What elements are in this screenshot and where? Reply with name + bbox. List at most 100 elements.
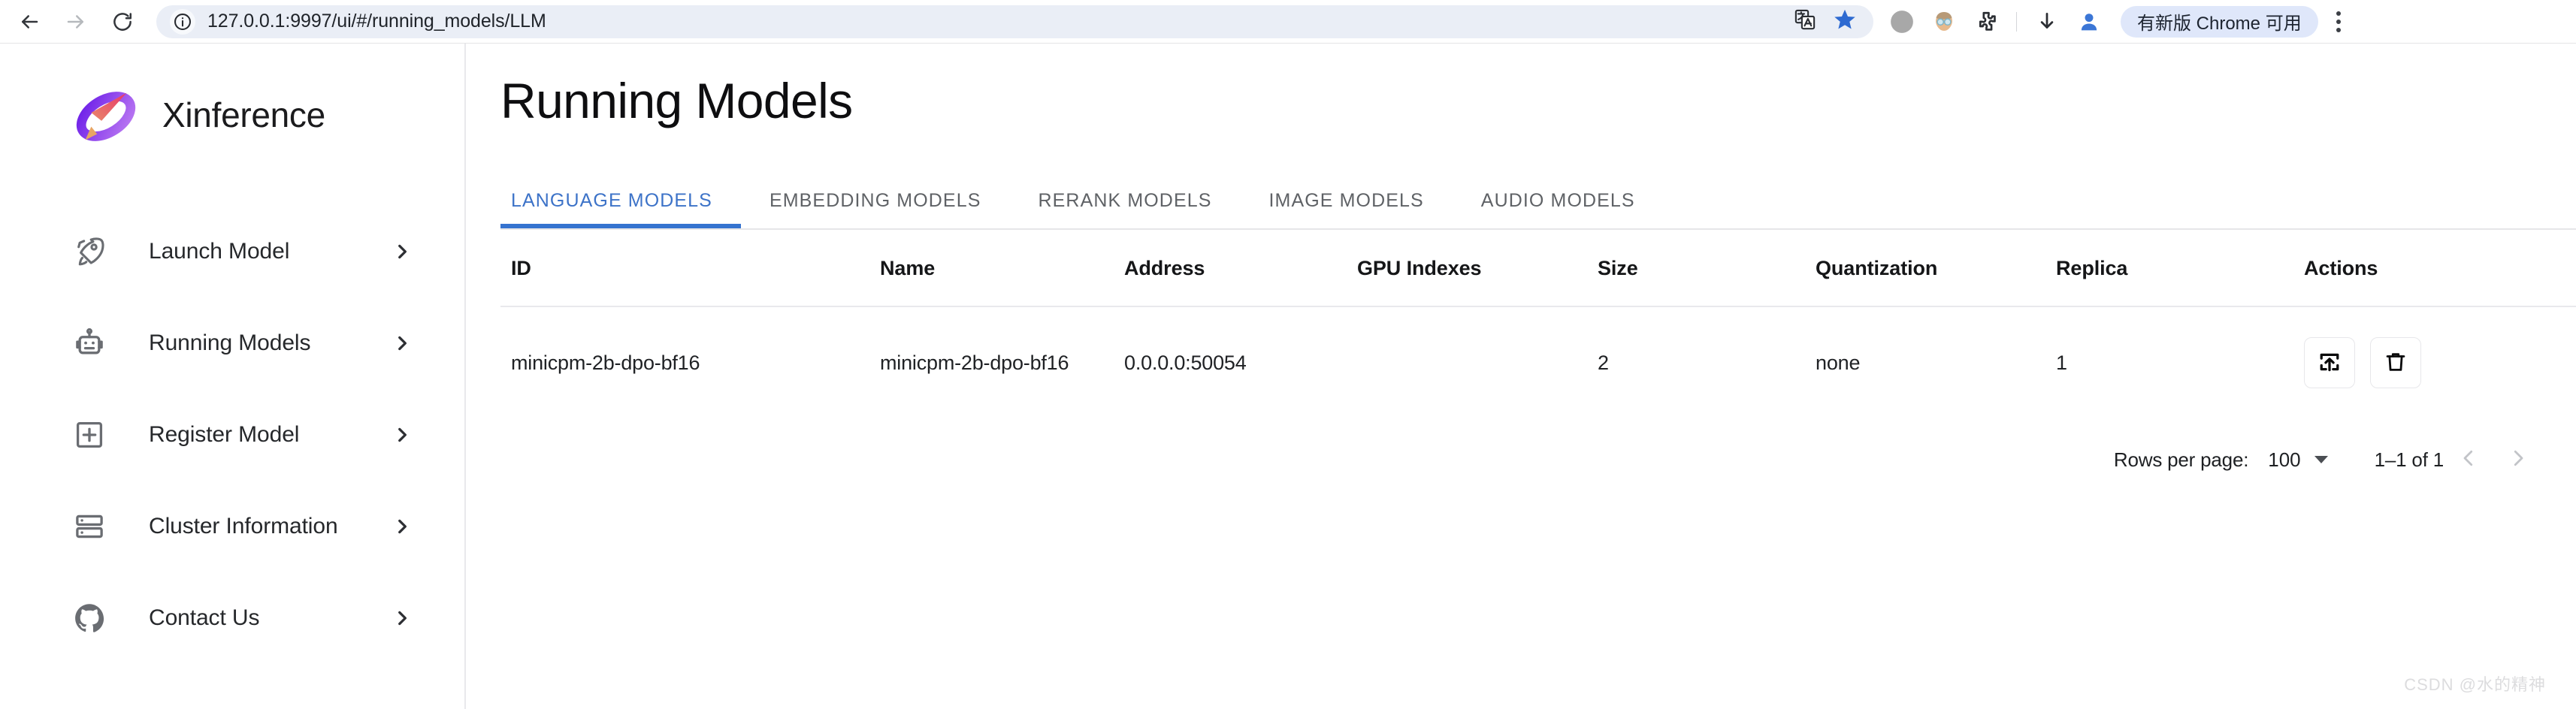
- sidebar-item-contact-us[interactable]: Contact Us: [0, 572, 464, 664]
- profile-person-icon[interactable]: [2068, 2, 2110, 41]
- tab-audio-models[interactable]: AUDIO MODELS: [1453, 173, 1664, 228]
- sidebar-item-running-models[interactable]: Running Models: [0, 297, 464, 389]
- site-info-icon[interactable]: [170, 8, 195, 35]
- xinference-logo-icon: [69, 78, 143, 152]
- gray-circle-icon[interactable]: [1881, 2, 1923, 41]
- page-title: Running Models: [500, 73, 853, 128]
- tab-label: LANGUAGE MODELS: [511, 189, 712, 211]
- puzzle-piece-icon[interactable]: [1965, 2, 2007, 41]
- sidebar-item-launch-model[interactable]: Launch Model: [0, 206, 464, 297]
- chrome-update-button[interactable]: 有新版 Chrome 可用: [2121, 5, 2318, 38]
- robot-icon: [72, 326, 107, 361]
- cell-quantization: none: [1816, 351, 1861, 374]
- face-avatar-extension-icon[interactable]: [1923, 2, 1965, 41]
- column-header-size: Size: [1598, 230, 1816, 307]
- bookmark-star-icon[interactable]: [1833, 8, 1857, 35]
- rows-per-page-select[interactable]: 100: [2268, 448, 2328, 472]
- arrow-left-icon: [18, 11, 41, 33]
- previous-page-button[interactable]: [2444, 435, 2493, 484]
- chevron-right-icon: [392, 425, 412, 445]
- download-icon[interactable]: [2026, 2, 2068, 41]
- sidebar-item-label: Launch Model: [149, 239, 290, 264]
- server-icon: [72, 509, 107, 544]
- open-in-new-icon: [2317, 349, 2342, 377]
- watermark: CSDN @水的精神: [2404, 675, 2546, 694]
- arrow-right-icon: [65, 11, 87, 33]
- toolbar-divider: [2016, 11, 2017, 32]
- tab-image-models[interactable]: IMAGE MODELS: [1241, 173, 1453, 228]
- tab-rerank-models[interactable]: RERANK MODELS: [1009, 173, 1240, 228]
- sidebar-item-label: Running Models: [149, 330, 311, 355]
- column-header-replica: Replica: [2056, 230, 2304, 307]
- brand-name: Xinference: [162, 95, 325, 134]
- tab-embedding-models[interactable]: EMBEDDING MODELS: [741, 173, 1010, 228]
- translate-icon[interactable]: [1794, 8, 1816, 35]
- cell-gpu-indexes: [1357, 306, 1598, 418]
- sidebar-item-cluster-information[interactable]: Cluster Information: [0, 481, 464, 572]
- cell-name: minicpm-2b-dpo-bf16: [880, 351, 1069, 374]
- rows-per-page-value: 100: [2268, 448, 2301, 471]
- rows-per-page-label: Rows per page:: [2113, 448, 2249, 471]
- table-row[interactable]: minicpm-2b-dpo-bf16 minicpm-2b-dpo-bf16 …: [500, 306, 2576, 418]
- chevron-right-icon: [2507, 447, 2529, 473]
- cell-actions: [2304, 306, 2576, 418]
- brand-logo-link[interactable]: Xinference: [0, 44, 464, 152]
- plus-box-icon: [72, 418, 107, 452]
- chevron-right-icon: [392, 608, 412, 628]
- sidebar-nav: Launch Model Running Models Register Mod…: [0, 206, 464, 664]
- chevron-right-icon: [392, 333, 412, 353]
- cell-address: 0.0.0.0:50054: [1124, 351, 1247, 374]
- chevron-down-icon: [2314, 456, 2328, 463]
- tabs-divider: [500, 228, 2576, 230]
- browser-toolbar: 127.0.0.1:9997/ui/#/running_models/LLM 有…: [0, 0, 2576, 44]
- address-bar-url[interactable]: 127.0.0.1:9997/ui/#/running_models/LLM: [207, 11, 546, 32]
- app-shell: Xinference Launch Model Running Models R…: [0, 44, 2576, 709]
- tab-language-models[interactable]: LANGUAGE MODELS: [500, 173, 741, 228]
- tab-label: IMAGE MODELS: [1268, 189, 1424, 211]
- cell-replica: 1: [2056, 351, 2067, 374]
- kebab-menu-icon[interactable]: [2320, 2, 2357, 41]
- table-body: minicpm-2b-dpo-bf16 minicpm-2b-dpo-bf16 …: [500, 306, 2576, 418]
- chevron-right-icon: [392, 517, 412, 536]
- running-models-table: ID Name Address GPU Indexes Size Quantiz…: [500, 230, 2576, 418]
- sidebar-item-label: Cluster Information: [149, 514, 338, 539]
- forward-button[interactable]: [53, 2, 99, 41]
- table-pagination: Rows per page: 100 1–1 of 1: [466, 418, 2576, 484]
- back-button[interactable]: [6, 2, 53, 41]
- pagination-range-label: 1–1 of 1: [2374, 448, 2444, 471]
- column-header-id: ID: [500, 230, 880, 307]
- tab-label: EMBEDDING MODELS: [769, 189, 981, 211]
- chevron-left-icon: [2457, 447, 2480, 473]
- browser-nav-buttons: [0, 2, 146, 41]
- table-header-row: ID Name Address GPU Indexes Size Quantiz…: [500, 230, 2576, 307]
- github-icon: [72, 601, 107, 635]
- address-bar-actions: [1794, 8, 1860, 35]
- sidebar-item-register-model[interactable]: Register Model: [0, 389, 464, 481]
- browser-extension-toolbar: 有新版 Chrome 可用: [1873, 2, 2357, 41]
- trash-delete-icon: [2384, 350, 2408, 376]
- address-bar[interactable]: 127.0.0.1:9997/ui/#/running_models/LLM: [156, 5, 1873, 38]
- chevron-right-icon: [392, 242, 412, 261]
- rocket-icon: [72, 234, 107, 269]
- delete-model-button[interactable]: [2370, 337, 2421, 388]
- column-header-address: Address: [1124, 230, 1357, 307]
- sidebar-item-label: Register Model: [149, 422, 300, 447]
- column-header-quantization: Quantization: [1816, 230, 2056, 307]
- table-head: ID Name Address GPU Indexes Size Quantiz…: [500, 230, 2576, 307]
- cell-id: minicpm-2b-dpo-bf16: [511, 351, 700, 374]
- chrome-update-label: 有新版 Chrome 可用: [2137, 14, 2302, 34]
- cell-size: 2: [1598, 351, 1609, 374]
- column-header-gpu-indexes: GPU Indexes: [1357, 230, 1598, 307]
- tab-label: RERANK MODELS: [1038, 189, 1212, 211]
- reload-icon: [111, 11, 134, 33]
- model-type-tabs: LANGUAGE MODELS EMBEDDING MODELS RERANK …: [466, 173, 2576, 230]
- next-page-button[interactable]: [2493, 435, 2543, 484]
- launch-web-ui-button[interactable]: [2304, 337, 2355, 388]
- sidebar-item-label: Contact Us: [149, 605, 260, 630]
- reload-button[interactable]: [99, 2, 146, 41]
- column-header-actions: Actions: [2304, 230, 2576, 307]
- sidebar: Xinference Launch Model Running Models R…: [0, 44, 466, 709]
- tab-label: AUDIO MODELS: [1480, 189, 1635, 211]
- column-header-name: Name: [880, 230, 1124, 307]
- main-content: Running Models LANGUAGE MODELS EMBEDDING…: [466, 44, 2576, 709]
